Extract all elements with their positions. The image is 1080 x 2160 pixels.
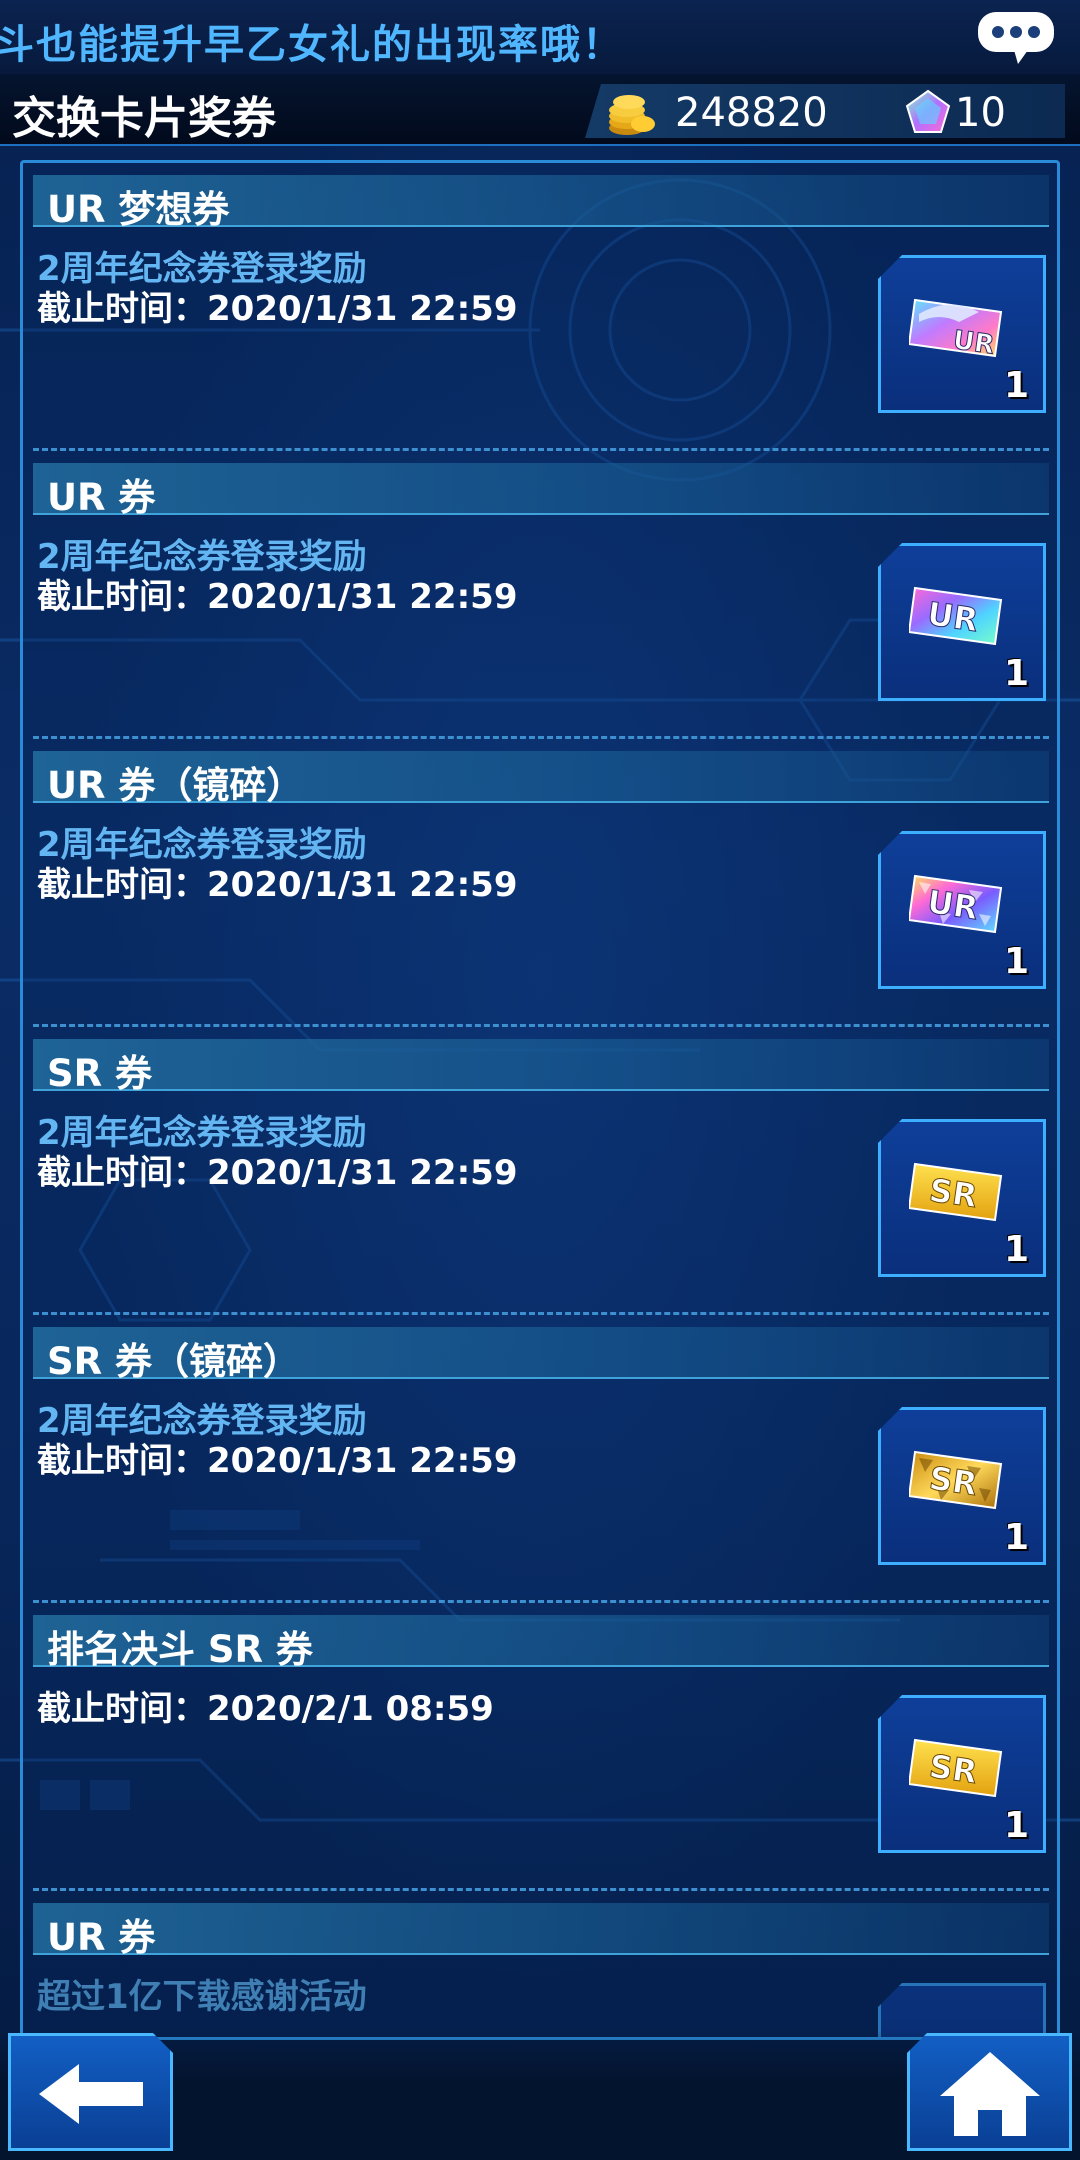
entry-title: SR 券（镜碎）	[47, 1340, 301, 1383]
ticket-label: UR	[925, 595, 980, 640]
back-arrow-icon	[11, 2036, 171, 2148]
list-item: SR 券 2周年纪念券登录奖励 截止时间：2020/1/31 22:59 SR …	[23, 1027, 1057, 1315]
gem-icon	[905, 89, 951, 133]
entry-header: UR 券（镜碎）	[33, 751, 1049, 807]
list-item: 排名决斗 SR 券 截止时间：2020/2/1 08:59 SR 1	[23, 1603, 1057, 1891]
ticket-button-ur-dream[interactable]: UR 1	[878, 255, 1046, 413]
ur-shatter-ticket-icon: UR	[909, 874, 1003, 934]
entry-deadline: 截止时间：2020/2/1 08:59	[37, 1689, 494, 1729]
sr-ticket-icon: SR	[909, 1738, 1003, 1798]
ticket-button-ur-shatter[interactable]: UR 1	[878, 831, 1046, 989]
home-icon	[940, 2052, 1040, 2136]
entry-source: 超过1亿下载感谢活动	[37, 1977, 367, 2017]
ticket-label: SR	[927, 1459, 980, 1503]
entry-header: UR 梦想券	[33, 175, 1049, 231]
sr-shatter-ticket-icon: SR	[909, 1450, 1003, 1510]
ticker-text: 斗也能提升早乙女礼的出现率哦！	[0, 22, 624, 68]
ticket-count: 1	[1003, 365, 1029, 406]
chat-bubble-icon	[978, 12, 1054, 64]
ticket-button-sr-shatter[interactable]: SR 1	[878, 1407, 1046, 1565]
entry-title: UR 券	[47, 476, 156, 519]
coin-stack-icon	[609, 95, 655, 135]
ticket-list-panel[interactable]: UR 梦想券 2周年纪念券登录奖励 截止时间：2020/1/31 22:59 U…	[20, 160, 1060, 2040]
sr-ticket-icon: SR	[909, 1162, 1003, 1222]
coin-count: 248820	[675, 90, 828, 136]
list-item: SR 券（镜碎） 2周年纪念券登录奖励 截止时间：2020/1/31 22:59	[23, 1315, 1057, 1603]
gem-count: 10	[955, 90, 1006, 136]
list-item: UR 券（镜碎） 2周年纪念券登录奖励 截止时间：2020/1/31 22:59	[23, 739, 1057, 1027]
page-title: 交换卡片奖券	[12, 93, 276, 144]
entry-deadline: 截止时间：2020/1/31 22:59	[37, 1153, 518, 1193]
entry-header: SR 券（镜碎）	[33, 1327, 1049, 1383]
entry-header: UR 券	[33, 1903, 1049, 1959]
news-ticker[interactable]: 斗也能提升早乙女礼的出现率哦！	[0, 0, 1080, 74]
list-item: UR 券 2周年纪念券登录奖励 截止时间：2020/1/31 22:59 UR …	[23, 451, 1057, 739]
ticket-button-sr[interactable]: SR 1	[878, 1119, 1046, 1277]
entry-deadline: 截止时间：2020/1/31 22:59	[37, 577, 518, 617]
entry-deadline: 截止时间：2020/1/31 22:59	[37, 289, 518, 329]
entry-title: UR 梦想券	[47, 188, 230, 231]
chat-button[interactable]	[974, 8, 1060, 68]
ticket-label: UR	[951, 325, 996, 360]
entry-title: SR 券	[47, 1052, 153, 1095]
ticket-label: SR	[927, 1747, 980, 1791]
ticket-button-ranked-sr[interactable]: SR 1	[878, 1695, 1046, 1853]
entry-deadline: 截止时间：2020/1/31 22:59	[37, 865, 518, 905]
page-header: 交换卡片奖券 248820 10	[0, 74, 1080, 146]
ticket-count: 1	[1003, 1517, 1029, 1558]
ur-dream-ticket-icon: UR	[909, 298, 1003, 361]
entry-title: UR 券（镜碎）	[47, 764, 304, 807]
ticket-label: SR	[927, 1171, 980, 1215]
back-button[interactable]	[8, 2033, 173, 2151]
ticket-label: UR	[925, 883, 980, 928]
entry-header: UR 券	[33, 463, 1049, 519]
entry-title: 排名决斗 SR 券	[47, 1628, 313, 1671]
entry-header: SR 券	[33, 1039, 1049, 1095]
ticket-count: 1	[1003, 1229, 1029, 1270]
entry-header: 排名决斗 SR 券	[33, 1615, 1049, 1671]
ur-ticket-icon: UR	[909, 586, 1003, 646]
list-item: UR 券 超过1亿下载感谢活动	[23, 1891, 1057, 2037]
currency-display: 248820 10	[585, 84, 1065, 138]
ticket-count: 1	[1003, 941, 1029, 982]
home-button[interactable]	[907, 2033, 1072, 2151]
ticket-count: 1	[1003, 653, 1029, 694]
ticket-count: 1	[1003, 1805, 1029, 1846]
entry-title: UR 券	[47, 1916, 156, 1959]
list-item: UR 梦想券 2周年纪念券登录奖励 截止时间：2020/1/31 22:59 U…	[23, 163, 1057, 451]
entry-deadline: 截止时间：2020/1/31 22:59	[37, 1441, 518, 1481]
ticket-button-ur[interactable]: UR 1	[878, 543, 1046, 701]
